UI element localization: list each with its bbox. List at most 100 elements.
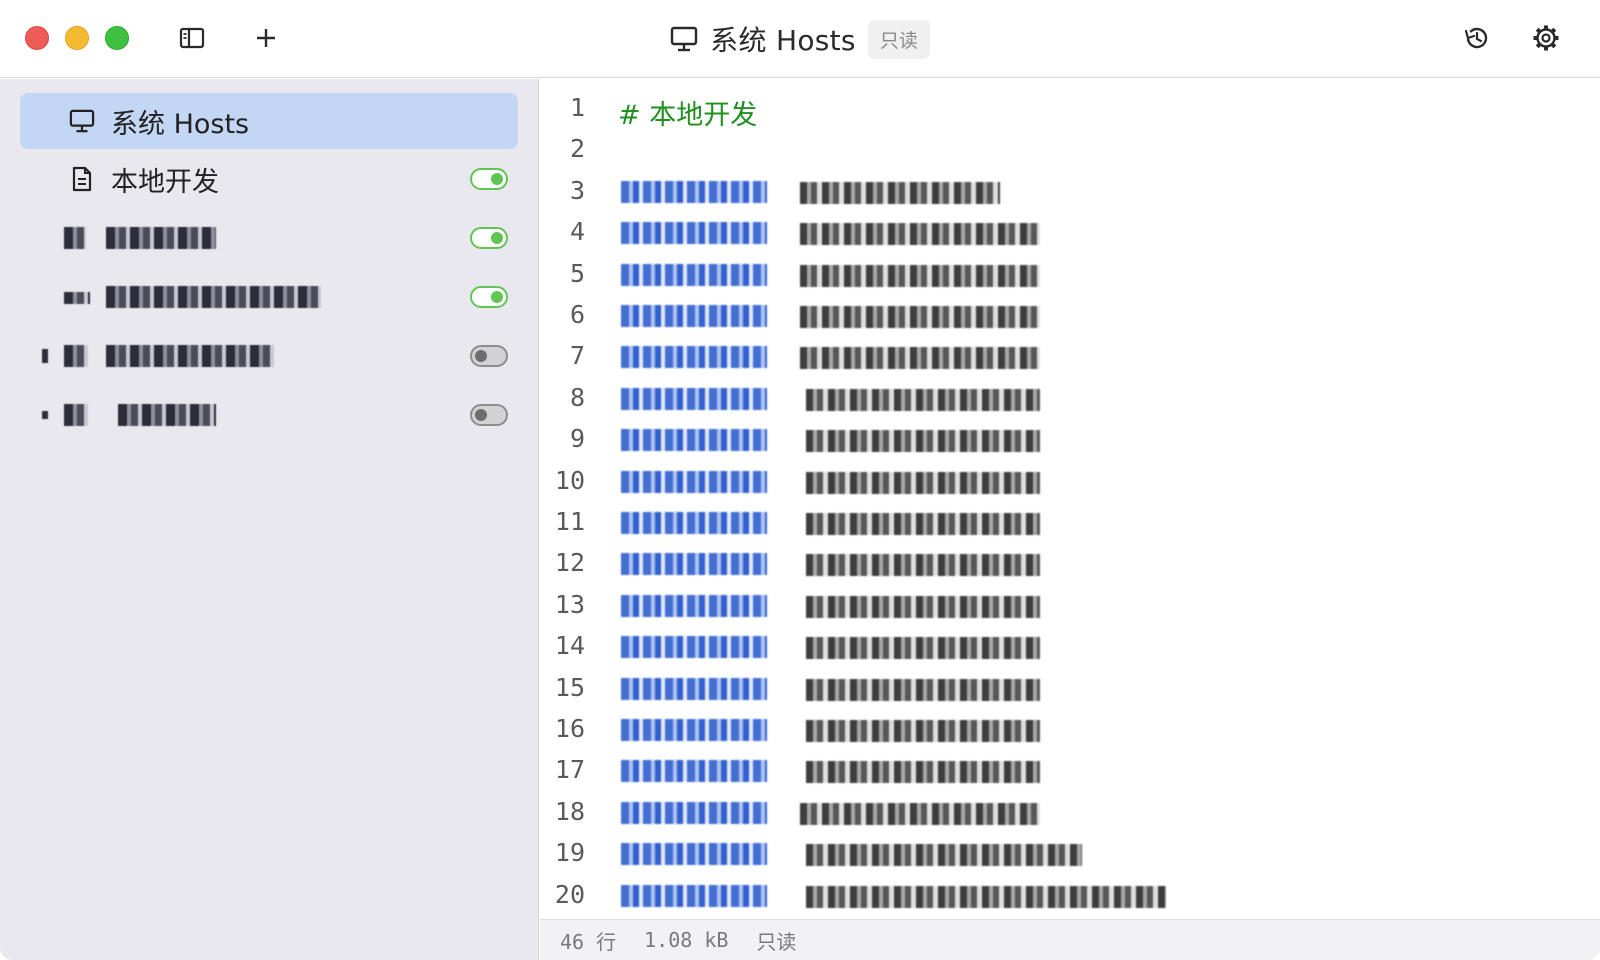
line-number: 7: [569, 341, 585, 371]
redacted-icon: [64, 227, 86, 249]
hostname-redacted: [800, 306, 1040, 328]
editor-line[interactable]: 3: [540, 170, 1600, 211]
enable-toggle[interactable]: [470, 404, 508, 426]
add-hosts-button[interactable]: [250, 22, 282, 54]
editor-line[interactable]: 11: [540, 501, 1600, 542]
editor-line[interactable]: 4: [540, 211, 1600, 252]
sidebar-icon: [179, 27, 205, 49]
line-number: 2: [569, 134, 585, 164]
hostname-redacted: [806, 761, 1040, 784]
editor-line[interactable]: 7: [540, 335, 1600, 376]
enable-toggle[interactable]: [470, 227, 508, 249]
window-title-area: 系统 Hosts 只读: [0, 18, 1600, 60]
sidebar-item-local-dev[interactable]: 本地开发: [20, 151, 518, 207]
editor-line[interactable]: 6: [540, 294, 1600, 335]
redacted-icon: [64, 292, 90, 304]
zoom-button[interactable]: [105, 26, 129, 50]
hostname-redacted: [806, 678, 1040, 701]
redacted-label: [106, 345, 274, 367]
editor-line[interactable]: 2: [540, 128, 1600, 169]
enable-toggle[interactable]: [470, 168, 508, 190]
title-bar: 系统 Hosts 只读: [0, 0, 1600, 78]
hostname-redacted: [806, 885, 1166, 908]
ip-address-redacted: [621, 553, 767, 576]
hostname-redacted: [800, 264, 1040, 287]
hostname-redacted: [800, 802, 1040, 825]
sidebar-item-redacted[interactable]: [20, 269, 518, 325]
line-number: 9: [569, 424, 585, 454]
sidebar-item-label: 本地开发: [111, 166, 219, 198]
line-number: 15: [554, 672, 585, 702]
redacted-label: [118, 404, 216, 426]
ip-address-redacted: [621, 884, 767, 907]
hostname-redacted: [806, 554, 1040, 577]
hostname-redacted: [800, 181, 1000, 204]
ip-address-redacted: [621, 263, 767, 286]
ip-address-redacted: [621, 512, 767, 534]
monitor-icon: [68, 107, 96, 135]
line-number: 4: [569, 217, 585, 247]
editor-line[interactable]: 12: [540, 542, 1600, 583]
hostname-redacted: [800, 347, 1040, 370]
hosts-editor[interactable]: 1 # 本地开发 2 3 4 5 6 7 8 9 10 11 12 13 14 15 16 17 18 19 20: [540, 79, 1600, 919]
editor-line[interactable]: 18: [540, 791, 1600, 832]
editor-line[interactable]: 16: [540, 708, 1600, 749]
ip-address-redacted: [621, 429, 767, 452]
app-window: 系统 Hosts 只读 系统 Hosts 本地开发 1 # 本地开发 2 3 4…: [0, 0, 1600, 960]
monitor-icon: [670, 26, 698, 52]
redacted-label: [106, 227, 216, 249]
redacted-icon: [64, 404, 88, 426]
editor-line[interactable]: 13: [540, 584, 1600, 625]
document-icon: [68, 165, 96, 193]
editor-line[interactable]: 20: [540, 874, 1600, 915]
editor-line[interactable]: 17: [540, 749, 1600, 790]
ip-address-redacted: [621, 387, 767, 410]
sidebar-item-redacted[interactable]: [20, 387, 518, 443]
ip-address-redacted: [621, 719, 767, 741]
hostname-redacted: [806, 637, 1040, 660]
hostname-redacted: [806, 471, 1040, 494]
history-button[interactable]: [1461, 22, 1493, 54]
line-number: 19: [554, 838, 585, 868]
hostname-redacted: [800, 223, 1040, 246]
expand-indicator: [42, 349, 48, 363]
edit-mode: 只读: [756, 929, 797, 954]
editor-line[interactable]: 15: [540, 667, 1600, 708]
line-number: 6: [569, 300, 585, 329]
hostname-redacted: [806, 595, 1040, 618]
line-number: 1: [569, 93, 585, 122]
plus-icon: [257, 29, 275, 47]
enable-toggle[interactable]: [470, 286, 508, 308]
toggle-sidebar-button[interactable]: [176, 22, 208, 54]
editor-line[interactable]: 19: [540, 832, 1600, 873]
line-number: 17: [554, 755, 585, 785]
redacted-label: [106, 286, 321, 308]
ip-address-redacted: [621, 470, 767, 493]
enable-toggle[interactable]: [470, 345, 508, 367]
history-icon: [1464, 27, 1488, 49]
line-number: 3: [569, 175, 585, 205]
settings-button[interactable]: [1530, 22, 1562, 54]
ip-address-redacted: [621, 594, 767, 617]
read-only-badge: 只读: [867, 19, 930, 59]
editor-line[interactable]: 14: [540, 625, 1600, 666]
editor-line[interactable]: 5: [540, 253, 1600, 294]
line-number: 20: [554, 879, 585, 909]
ip-address-redacted: [621, 180, 767, 203]
editor-line[interactable]: 10: [540, 460, 1600, 501]
line-number: 10: [554, 465, 585, 495]
sidebar-item-redacted[interactable]: [20, 210, 518, 266]
sidebar-item-redacted[interactable]: [20, 328, 518, 384]
editor-line[interactable]: 8: [540, 377, 1600, 418]
minimize-button[interactable]: [65, 26, 89, 50]
sidebar-item-system-hosts[interactable]: 系统 Hosts: [20, 93, 518, 149]
close-button[interactable]: [25, 26, 49, 50]
hostname-redacted: [806, 388, 1040, 411]
ip-address-redacted: [621, 305, 767, 327]
editor-line[interactable]: 9: [540, 418, 1600, 459]
sidebar: 系统 Hosts 本地开发: [0, 79, 539, 960]
sidebar-item-label: 系统 Hosts: [111, 108, 250, 140]
hostname-redacted: [806, 513, 1040, 535]
editor-line[interactable]: 1 # 本地开发: [540, 87, 1600, 131]
ip-address-redacted: [621, 677, 767, 700]
